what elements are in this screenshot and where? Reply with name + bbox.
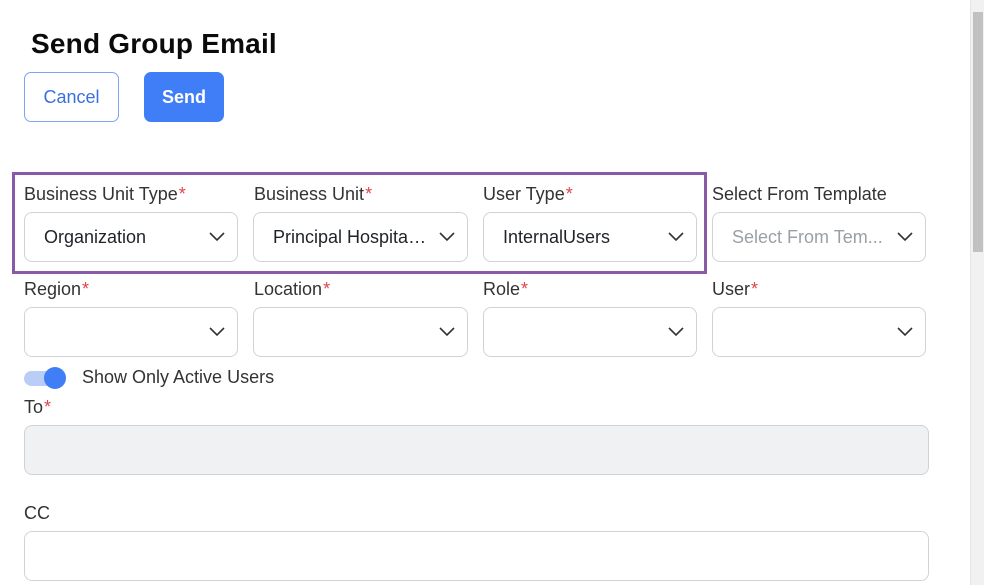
chevron-down-icon: [209, 327, 225, 337]
toggle-knob: [44, 367, 66, 389]
to-field[interactable]: [24, 425, 929, 475]
chevron-down-icon: [439, 232, 455, 242]
chevron-down-icon: [897, 232, 913, 242]
role-label-text: Role: [483, 279, 521, 299]
required-marker: *: [323, 279, 331, 299]
business-unit-value: Principal Hospital...: [273, 226, 427, 247]
chevron-down-icon: [439, 327, 455, 337]
required-marker: *: [521, 279, 529, 299]
region-select[interactable]: [24, 307, 238, 357]
to-label-text: To: [24, 397, 44, 417]
required-marker: *: [178, 184, 186, 204]
active-users-toggle-label: Show Only Active Users: [82, 367, 275, 387]
scrollbar[interactable]: [970, 0, 984, 585]
role-select[interactable]: [483, 307, 697, 357]
region-label: Region*: [24, 279, 89, 300]
user-type-select[interactable]: InternalUsers: [483, 212, 697, 262]
cc-field[interactable]: [24, 531, 929, 581]
business-unit-type-label-text: Business Unit Type: [24, 184, 178, 204]
location-select[interactable]: [253, 307, 468, 357]
user-label-text: User: [712, 279, 751, 299]
required-marker: *: [751, 279, 759, 299]
user-select[interactable]: [712, 307, 926, 357]
user-type-label-text: User Type: [483, 184, 565, 204]
chevron-down-icon: [668, 232, 684, 242]
cancel-button[interactable]: Cancel: [24, 72, 119, 122]
active-users-toggle[interactable]: [24, 366, 68, 390]
required-marker: *: [365, 184, 373, 204]
template-select[interactable]: Select From Tem...: [712, 212, 926, 262]
user-type-value: InternalUsers: [503, 226, 611, 247]
business-unit-select[interactable]: Principal Hospital...: [253, 212, 468, 262]
required-marker: *: [44, 397, 52, 417]
user-type-label: User Type*: [483, 184, 573, 205]
region-label-text: Region: [24, 279, 82, 299]
role-label: Role*: [483, 279, 528, 300]
business-unit-label: Business Unit*: [254, 184, 372, 205]
chevron-down-icon: [897, 327, 913, 337]
required-marker: *: [565, 184, 573, 204]
user-label: User*: [712, 279, 758, 300]
required-marker: *: [82, 279, 90, 299]
location-label: Location*: [254, 279, 330, 300]
template-placeholder: Select From Tem...: [732, 226, 883, 247]
template-label: Select From Template: [712, 184, 887, 204]
page-title: Send Group Email: [31, 28, 277, 59]
business-unit-label-text: Business Unit: [254, 184, 365, 204]
send-button[interactable]: Send: [144, 72, 224, 122]
chevron-down-icon: [668, 327, 684, 337]
to-label: To*: [24, 397, 51, 418]
business-unit-type-value: Organization: [44, 226, 147, 247]
scrollbar-thumb[interactable]: [973, 12, 983, 252]
location-label-text: Location: [254, 279, 323, 299]
cc-label: CC: [24, 503, 50, 523]
chevron-down-icon: [209, 232, 225, 242]
business-unit-type-select[interactable]: Organization: [24, 212, 238, 262]
business-unit-type-label: Business Unit Type*: [24, 184, 186, 205]
